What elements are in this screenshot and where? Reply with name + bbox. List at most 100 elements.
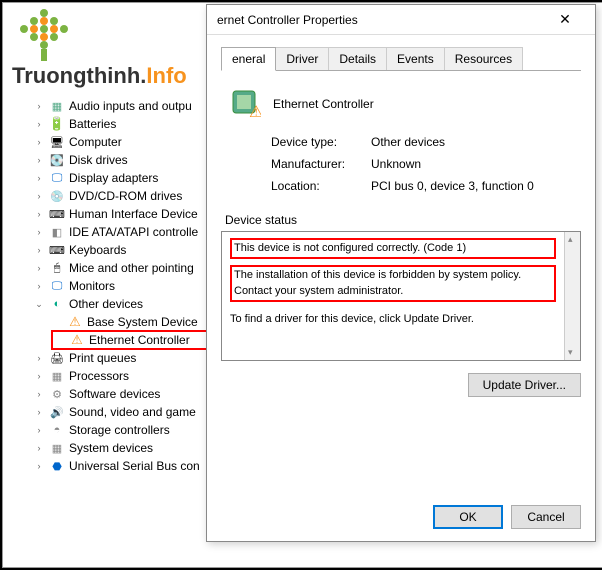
tree-label: Mice and other pointing: [69, 261, 194, 275]
tree-label: Computer: [69, 135, 122, 149]
chevron-right-icon[interactable]: ›: [33, 371, 45, 381]
tree-item[interactable]: › Monitors: [33, 277, 233, 295]
chevron-right-icon[interactable]: ›: [33, 101, 45, 111]
tree-item[interactable]: › IDE ATA/ATAPI controlle: [33, 223, 233, 241]
cancel-button[interactable]: Cancel: [511, 505, 581, 529]
tree-label: Other devices: [69, 297, 143, 311]
chevron-right-icon[interactable]: ›: [33, 407, 45, 417]
system-icon: [49, 440, 65, 456]
device-tree[interactable]: › Audio inputs and outpu › Batteries › Comput…: [33, 97, 233, 527]
tab-details[interactable]: Details: [328, 47, 387, 70]
logo-text-2: Info: [146, 63, 186, 88]
warn-icon: [69, 332, 85, 348]
chevron-right-icon[interactable]: ›: [33, 263, 45, 273]
tree-label: Storage controllers: [69, 423, 170, 437]
chevron-right-icon[interactable]: ›: [33, 425, 45, 435]
chip-icon: [49, 98, 65, 114]
chevron-right-icon[interactable]: ›: [33, 137, 45, 147]
tree-label: Universal Serial Bus con: [69, 459, 200, 473]
chevron-down-icon[interactable]: ⌄: [33, 299, 45, 310]
device-name: Ethernet Controller: [273, 93, 374, 111]
close-button[interactable]: ✕: [545, 6, 585, 34]
tree-label: System devices: [69, 441, 153, 455]
tree-label: Audio inputs and outpu: [69, 99, 192, 113]
computer-icon: [49, 134, 65, 150]
chevron-right-icon[interactable]: ›: [33, 281, 45, 291]
ide-icon: [49, 224, 65, 240]
tree-label: IDE ATA/ATAPI controlle: [69, 225, 198, 239]
dialog-title: ernet Controller Properties: [217, 13, 545, 27]
tree-item-other-devices[interactable]: ⌄ Other devices: [33, 295, 233, 313]
tree-item[interactable]: ›Keyboards: [33, 241, 233, 259]
chevron-right-icon[interactable]: ›: [33, 119, 45, 129]
tree-label: Software devices: [69, 387, 160, 401]
tree-item[interactable]: › Computer: [33, 133, 233, 151]
tree-item[interactable]: › Display adapters: [33, 169, 233, 187]
gear-icon: [49, 386, 65, 402]
tree-item[interactable]: › Storage controllers: [33, 421, 233, 439]
tree-item[interactable]: › Mice and other pointing: [33, 259, 233, 277]
keyboard-icon: [49, 242, 65, 258]
close-icon: ✕: [559, 11, 571, 28]
tree-item[interactable]: › Universal Serial Bus con: [33, 457, 233, 475]
tab-events[interactable]: Events: [386, 47, 445, 70]
tree-item[interactable]: › Print queues: [33, 349, 233, 367]
chevron-right-icon[interactable]: ›: [33, 155, 45, 165]
tree-label: Processors: [69, 369, 129, 383]
usb-icon: [49, 458, 65, 474]
chevron-right-icon[interactable]: ›: [33, 227, 45, 237]
tree-label: Display adapters: [69, 171, 158, 185]
chevron-right-icon[interactable]: ›: [33, 443, 45, 453]
printer-icon: [49, 350, 65, 366]
tree-item[interactable]: › Processors: [33, 367, 233, 385]
hid-icon: [49, 206, 65, 222]
tree-item[interactable]: ›DVD/CD-ROM drives: [33, 187, 233, 205]
tree-label: Print queues: [69, 351, 136, 365]
tree-label: Monitors: [69, 279, 115, 293]
logo-dots-icon: [12, 7, 72, 62]
tree-item[interactable]: › System devices: [33, 439, 233, 457]
cpu-icon: [49, 368, 65, 384]
chevron-right-icon[interactable]: ›: [33, 353, 45, 363]
tree-item[interactable]: › Batteries: [33, 115, 233, 133]
chevron-right-icon[interactable]: ›: [33, 209, 45, 219]
status-line-2: The installation of this device is forbi…: [230, 265, 556, 302]
dvd-icon: [49, 188, 65, 204]
status-line-1: This device is not configured correctly.…: [230, 238, 556, 259]
disk-icon: [49, 152, 65, 168]
location-value: PCI bus 0, device 3, function 0: [371, 179, 534, 193]
update-driver-button[interactable]: Update Driver...: [468, 373, 581, 397]
chevron-right-icon[interactable]: ›: [33, 245, 45, 255]
chevron-right-icon[interactable]: ›: [33, 461, 45, 471]
tab-strip: eneralDriverDetailsEventsResources: [221, 47, 581, 71]
chevron-right-icon[interactable]: ›: [33, 191, 45, 201]
tree-item[interactable]: ›Human Interface Device: [33, 205, 233, 223]
tree-item[interactable]: › Disk drives: [33, 151, 233, 169]
tree-label: Ethernet Controller: [89, 333, 190, 347]
logo-text-1: Truongthinh.: [12, 63, 146, 88]
tree-item[interactable]: › Sound, video and game: [33, 403, 233, 421]
device-status-box[interactable]: This device is not configured correctly.…: [221, 231, 581, 361]
tree-label: Sound, video and game: [69, 405, 196, 419]
tree-label: Disk drives: [69, 153, 128, 167]
tree-label: Base System Device: [87, 315, 198, 329]
device-type-value: Other devices: [371, 135, 445, 149]
device-warning-icon: ⚠: [227, 85, 261, 119]
battery-icon: [49, 116, 65, 132]
ok-button[interactable]: OK: [433, 505, 503, 529]
properties-dialog: ernet Controller Properties ✕ eneralDriv…: [206, 4, 596, 542]
location-label: Location:: [271, 179, 371, 193]
tree-label: Batteries: [69, 117, 116, 131]
chevron-right-icon[interactable]: ›: [33, 389, 45, 399]
tab-resources[interactable]: Resources: [444, 47, 523, 70]
tab-eneral[interactable]: eneral: [221, 47, 276, 71]
display-icon: [49, 170, 65, 186]
tree-item[interactable]: › Software devices: [33, 385, 233, 403]
chevron-right-icon[interactable]: ›: [33, 173, 45, 183]
tree-item[interactable]: › Audio inputs and outpu: [33, 97, 233, 115]
manufacturer-label: Manufacturer:: [271, 157, 371, 171]
device-type-label: Device type:: [271, 135, 371, 149]
dialog-titlebar[interactable]: ernet Controller Properties ✕: [207, 5, 595, 35]
scrollbar[interactable]: [564, 232, 580, 360]
tab-driver[interactable]: Driver: [275, 47, 329, 70]
